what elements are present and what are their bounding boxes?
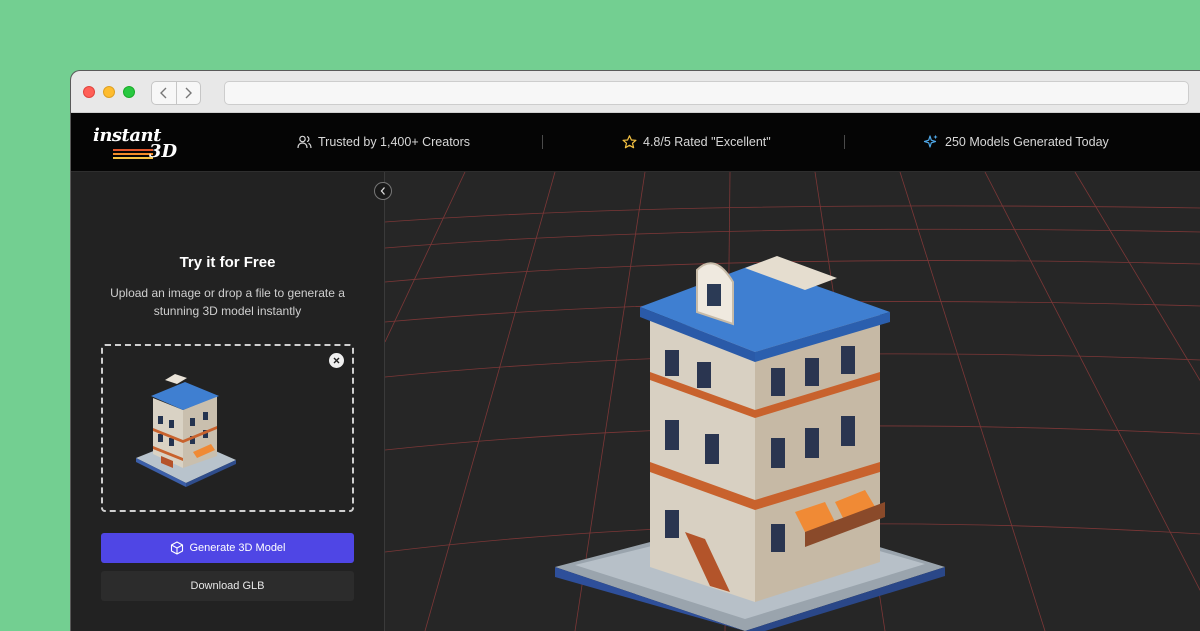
close-icon xyxy=(333,357,340,364)
collapse-panel-button[interactable] xyxy=(374,182,392,200)
history-nav xyxy=(151,81,201,105)
download-glb-button[interactable]: Download GLB xyxy=(101,571,354,601)
star-icon xyxy=(622,135,637,149)
minimize-window-button[interactable] xyxy=(103,86,115,98)
cube-icon xyxy=(170,541,183,555)
browser-chrome xyxy=(71,71,1200,113)
stat-models: 250 Models Generated Today xyxy=(923,113,1109,171)
browser-window: instant 3D Trusted by 1,400+ Creators 4.… xyxy=(70,70,1200,631)
maximize-window-button[interactable] xyxy=(123,86,135,98)
users-icon xyxy=(297,135,312,149)
generate-3d-model-button[interactable]: Generate 3D Model xyxy=(101,533,354,563)
site-header: instant 3D Trusted by 1,400+ Creators 4.… xyxy=(71,113,1200,172)
remove-image-button[interactable] xyxy=(329,353,344,368)
divider xyxy=(844,135,845,149)
chevron-left-icon xyxy=(380,187,385,195)
close-window-button[interactable] xyxy=(83,86,95,98)
panel-subtitle: Upload an image or drop a file to genera… xyxy=(110,286,345,318)
uploaded-image-thumbnail xyxy=(136,374,236,487)
ground-grid xyxy=(385,172,1200,631)
back-button[interactable] xyxy=(152,82,177,104)
stat-rating: 4.8/5 Rated "Excellent" xyxy=(622,113,771,171)
upload-panel: Try it for Free Upload an image or drop … xyxy=(71,172,385,631)
image-dropzone[interactable] xyxy=(101,344,354,512)
address-bar[interactable] xyxy=(224,81,1189,105)
forward-button[interactable] xyxy=(177,82,201,104)
sparkles-icon xyxy=(923,134,938,148)
panel-title: Try it for Free xyxy=(179,254,276,271)
chevron-left-icon xyxy=(159,87,167,99)
3d-viewport[interactable] xyxy=(385,172,1200,631)
divider xyxy=(542,135,543,149)
3d-building-model xyxy=(555,256,945,631)
stat-creators: Trusted by 1,400+ Creators xyxy=(297,113,470,171)
chevron-right-icon xyxy=(185,87,193,99)
instant3d-logo[interactable]: instant 3D xyxy=(93,125,183,162)
